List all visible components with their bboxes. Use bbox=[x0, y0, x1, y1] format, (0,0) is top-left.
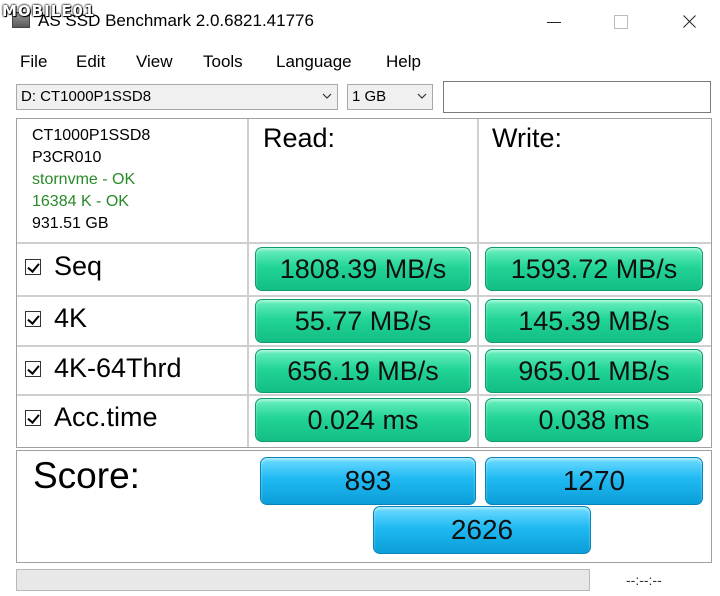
write-header: Write: bbox=[492, 123, 563, 153]
menu-language[interactable]: Language bbox=[276, 52, 352, 72]
divider bbox=[17, 295, 711, 297]
size-select[interactable]: 1 GB bbox=[347, 84, 433, 110]
acctime-read-result: 0.024 ms bbox=[255, 398, 471, 442]
checkbox-icon bbox=[25, 409, 41, 426]
drive-model: CT1000P1SSD8 bbox=[32, 127, 151, 144]
progress-bar bbox=[16, 569, 590, 591]
divider bbox=[247, 119, 249, 447]
menu-file[interactable]: File bbox=[20, 52, 47, 72]
write-score: 1270 bbox=[485, 457, 703, 505]
menu-view[interactable]: View bbox=[136, 52, 173, 72]
driver-status: stornvme - OK bbox=[32, 171, 136, 188]
read-score: 893 bbox=[260, 457, 476, 505]
maximize-button[interactable] bbox=[598, 0, 644, 44]
drive-info: CT1000P1SSD8 P3CR010 stornvme - OK 16384… bbox=[32, 125, 150, 235]
test-4k-label: 4K bbox=[54, 303, 88, 333]
test-seq-label: Seq bbox=[54, 251, 103, 281]
test-acctime-label: Acc.time bbox=[54, 402, 158, 432]
menu-tools[interactable]: Tools bbox=[203, 52, 243, 72]
title-bar[interactable]: AS SSD Benchmark 2.0.6821.41776 MOBILE01 bbox=[0, 0, 720, 44]
checkbox-icon bbox=[25, 310, 41, 327]
menu-edit[interactable]: Edit bbox=[76, 52, 105, 72]
4k-write-result: 145.39 MB/s bbox=[485, 299, 703, 343]
total-score: 2626 bbox=[373, 506, 591, 554]
test-seq-checkbox[interactable]: Seq bbox=[25, 251, 102, 282]
checkbox-icon bbox=[25, 360, 41, 377]
watermark-logo: MOBILE01 bbox=[2, 2, 96, 20]
checkbox-icon bbox=[25, 258, 41, 275]
divider bbox=[477, 119, 479, 447]
menu-bar: File Edit View Tools Language Help bbox=[0, 48, 720, 76]
drive-firmware: P3CR010 bbox=[32, 149, 102, 166]
chevron-down-icon bbox=[322, 93, 332, 99]
test-4k-checkbox[interactable]: 4K bbox=[25, 303, 87, 334]
read-header: Read: bbox=[263, 123, 336, 153]
seq-read-result: 1808.39 MB/s bbox=[255, 247, 471, 291]
divider bbox=[17, 242, 711, 244]
close-button[interactable] bbox=[666, 0, 712, 44]
size-select-value: 1 GB bbox=[352, 88, 387, 105]
test-4k64-checkbox[interactable]: 4K-64Thrd bbox=[25, 353, 182, 384]
results-panel: CT1000P1SSD8 P3CR010 stornvme - OK 16384… bbox=[16, 118, 712, 448]
drive-select[interactable]: D: CT1000P1SSD8 bbox=[16, 84, 338, 110]
menu-help[interactable]: Help bbox=[386, 52, 421, 72]
test-acctime-checkbox[interactable]: Acc.time bbox=[25, 402, 158, 433]
minimize-button[interactable] bbox=[530, 0, 576, 44]
4k-read-result: 55.77 MB/s bbox=[255, 299, 471, 343]
score-label: Score: bbox=[33, 455, 140, 496]
4k64-read-result: 656.19 MB/s bbox=[255, 349, 471, 393]
drive-capacity: 931.51 GB bbox=[32, 215, 109, 232]
divider bbox=[17, 394, 711, 396]
name-input[interactable] bbox=[443, 81, 711, 113]
elapsed-time: --:--:-- bbox=[626, 572, 662, 588]
chevron-down-icon bbox=[417, 93, 427, 99]
divider bbox=[17, 345, 711, 347]
seq-write-result: 1593.72 MB/s bbox=[485, 247, 703, 291]
4k64-write-result: 965.01 MB/s bbox=[485, 349, 703, 393]
alignment-status: 16384 K - OK bbox=[32, 193, 129, 210]
acctime-write-result: 0.038 ms bbox=[485, 398, 703, 442]
drive-select-value: D: CT1000P1SSD8 bbox=[21, 88, 152, 105]
test-4k64-label: 4K-64Thrd bbox=[54, 353, 182, 383]
score-panel: Score: 893 1270 2626 bbox=[16, 450, 712, 563]
